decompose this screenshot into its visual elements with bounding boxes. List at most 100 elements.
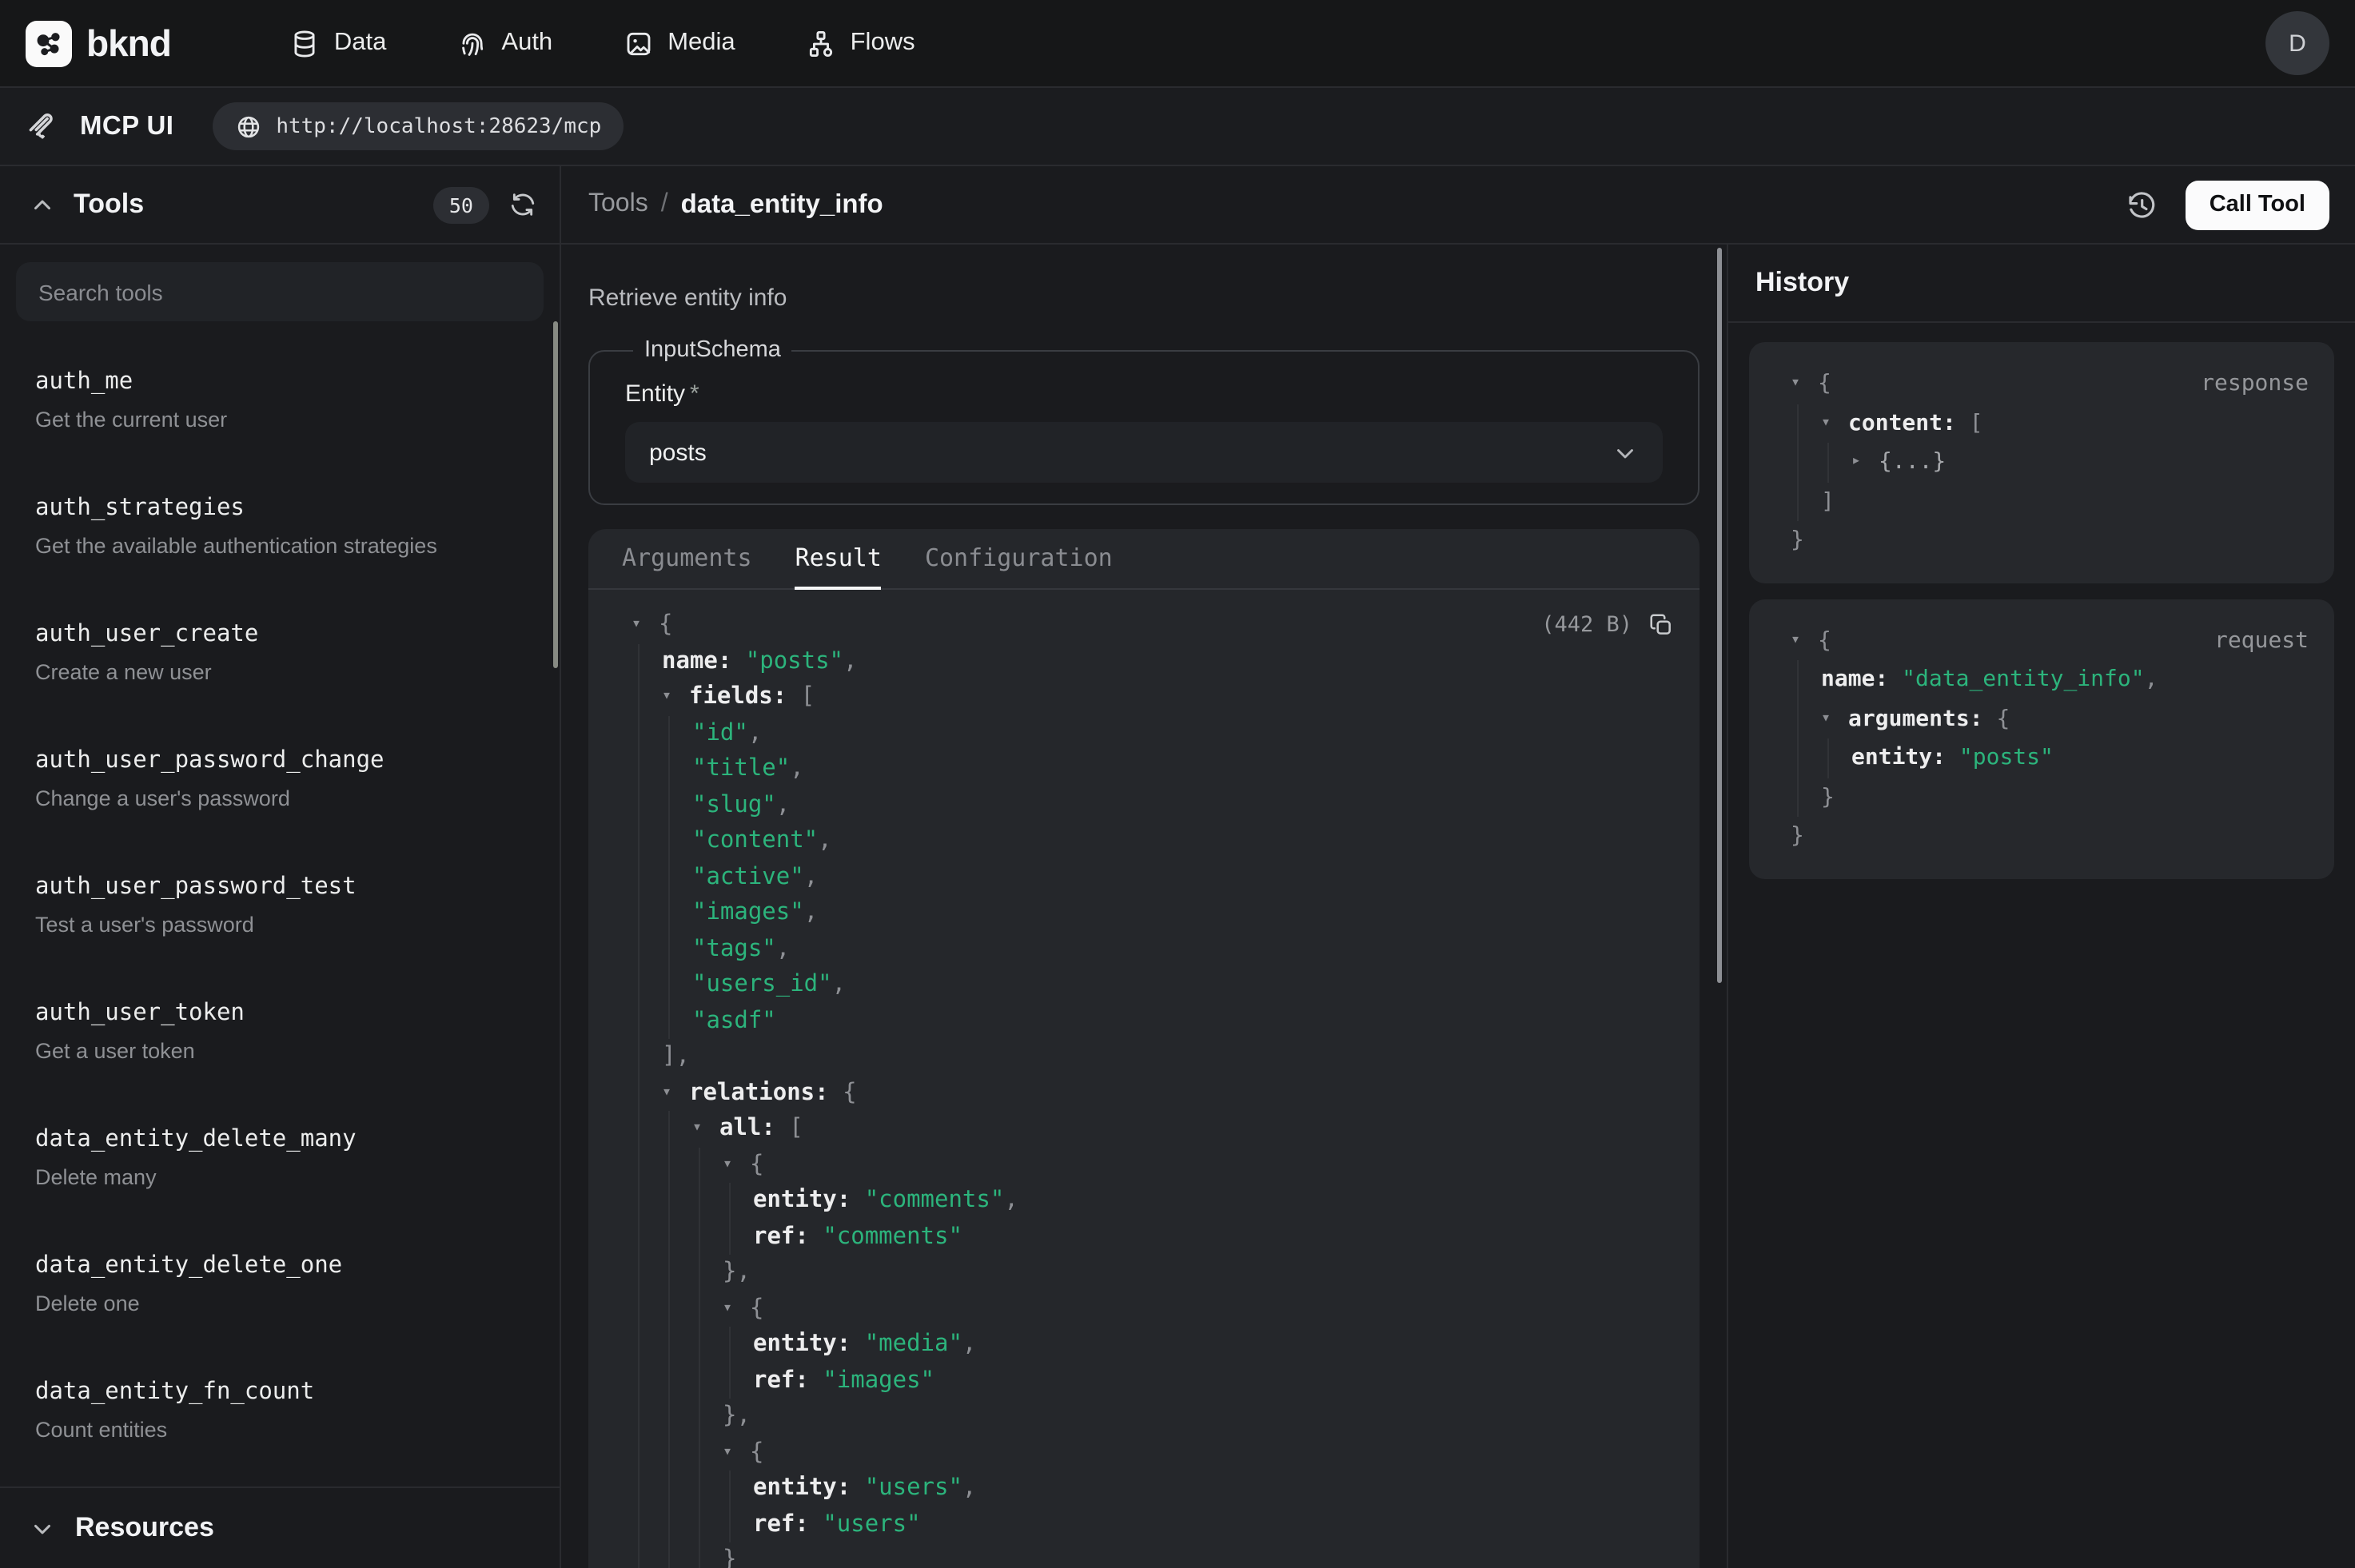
tab-configuration[interactable]: Configuration xyxy=(925,529,1113,590)
indent-guide xyxy=(638,1506,640,1542)
workspace: Tools 50 auth_meGet the current userauth… xyxy=(0,166,2355,1568)
tab-result[interactable]: Result xyxy=(795,529,882,590)
tab-arguments[interactable]: Arguments xyxy=(622,529,752,590)
call-tool-button[interactable]: Call Tool xyxy=(2186,180,2329,229)
tool-list-item-auth_user_password_change[interactable]: auth_user_password_changeChange a user's… xyxy=(13,730,547,826)
json-str: "comments" xyxy=(865,1183,1005,1219)
json-line: }, xyxy=(609,1399,1684,1435)
breadcrumb-tools-link[interactable]: Tools xyxy=(588,190,648,219)
result-card: ArgumentsResultConfiguration ▾{(442 B)na… xyxy=(588,529,1700,1568)
indent-guide xyxy=(668,1506,670,1542)
nav-item-label: Auth xyxy=(501,29,552,58)
json-punc: [ xyxy=(1970,404,1983,443)
search-input[interactable] xyxy=(16,262,544,321)
indent-guide xyxy=(699,1435,700,1470)
collapse-toggle-icon[interactable]: ▾ xyxy=(723,1291,750,1327)
refresh-tools-button[interactable] xyxy=(508,190,537,219)
json-str: "data_entity_info" xyxy=(1902,660,2144,699)
json-line: ▾all: [ xyxy=(609,1111,1684,1147)
indent-guide xyxy=(668,1470,670,1506)
json-punc: } xyxy=(1791,817,1804,856)
resources-section-header[interactable]: Resources xyxy=(0,1486,560,1568)
mcp-logo-icon xyxy=(26,109,61,144)
flows-icon xyxy=(806,28,836,58)
tool-list-item-data_entity_delete_many[interactable]: data_entity_delete_manyDelete many xyxy=(13,1109,547,1205)
indent-guide xyxy=(668,1291,670,1327)
nav-item-label: Flows xyxy=(851,29,915,58)
sidebar-scrollbar[interactable] xyxy=(553,321,558,668)
indent-guide xyxy=(1797,404,1799,443)
entity-select[interactable]: posts xyxy=(625,422,1663,483)
expand-toggle-icon[interactable]: ▸ xyxy=(1851,443,1879,482)
indent-guide xyxy=(638,787,640,823)
tool-description: Get the current user xyxy=(35,404,524,435)
history-title: History xyxy=(1728,245,2355,323)
json-str: "comments" xyxy=(823,1219,962,1255)
tool-list-item-auth_me[interactable]: auth_meGet the current user xyxy=(13,352,547,448)
json-punc: , xyxy=(962,1470,976,1506)
collapse-toggle-icon[interactable]: ▾ xyxy=(632,607,659,643)
collapse-toggle-icon[interactable]: ▾ xyxy=(723,1147,750,1183)
nav-item-auth[interactable]: Auth xyxy=(456,28,552,58)
tool-list-item-auth_user_password_test[interactable]: auth_user_password_testTest a user's pas… xyxy=(13,857,547,953)
collapse-toggle-icon[interactable]: ▾ xyxy=(662,1075,689,1111)
json-line: ref: "users" xyxy=(609,1506,1684,1542)
history-entry-request[interactable]: ▾{requestname: "data_entity_info",▾argum… xyxy=(1749,599,2334,878)
chevron-down-icon xyxy=(1612,439,1639,466)
collapse-toggle-icon[interactable]: ▾ xyxy=(1821,404,1848,443)
mcp-url-pill[interactable]: http://localhost:28623/mcp xyxy=(212,102,624,150)
indent-guide xyxy=(638,1291,640,1327)
tool-list-item-auth_user_token[interactable]: auth_user_tokenGet a user token xyxy=(13,983,547,1079)
indent-guide xyxy=(638,823,640,859)
collapse-toggle-icon[interactable]: ▾ xyxy=(662,679,689,715)
json-punc: , xyxy=(832,967,846,1003)
json-key: entity: xyxy=(753,1470,865,1506)
history-entry-response[interactable]: ▾{response▾content: [▸{...}]} xyxy=(1749,342,2334,583)
history-entry-type-label: response xyxy=(2201,364,2309,404)
indent-guide xyxy=(699,1506,700,1542)
indent-guide xyxy=(1797,738,1799,778)
indent-guide xyxy=(638,1542,640,1568)
json-punc: , xyxy=(804,859,818,895)
indent-guide xyxy=(668,1435,670,1470)
tool-list-item-data_entity_fn_count[interactable]: data_entity_fn_countCount entities xyxy=(13,1362,547,1458)
tools-sidebar: Tools 50 auth_meGet the current userauth… xyxy=(0,166,561,1568)
indent-guide xyxy=(668,895,670,931)
json-key: name: xyxy=(662,643,746,679)
tool-name: auth_user_token xyxy=(35,996,524,1033)
tool-list-item-auth_strategies[interactable]: auth_strategiesGet the available authent… xyxy=(13,478,547,574)
user-avatar[interactable]: D xyxy=(2265,11,2329,75)
nav-item-flows[interactable]: Flows xyxy=(806,28,915,58)
collapse-toggle-icon[interactable]: ▾ xyxy=(1791,364,1818,404)
collapse-toggle-icon[interactable]: ▾ xyxy=(723,1435,750,1470)
json-key: name: xyxy=(1821,660,1902,699)
top-nav: bknd Data Auth Media Flows D xyxy=(0,0,2355,88)
indent-guide xyxy=(638,1470,640,1506)
tool-name: auth_strategies xyxy=(35,491,524,527)
json-punc: [ xyxy=(801,679,815,715)
chevron-up-icon[interactable] xyxy=(29,191,56,218)
json-str: "slug" xyxy=(692,787,776,823)
main-scrollbar[interactable] xyxy=(1717,248,1722,983)
tool-list-item-data_entity_delete_one[interactable]: data_entity_delete_oneDelete one xyxy=(13,1236,547,1331)
json-line: ▸{...} xyxy=(1775,443,2309,482)
collapse-toggle-icon[interactable]: ▾ xyxy=(692,1111,719,1147)
indent-guide xyxy=(638,1327,640,1363)
result-json-view: ▾{(442 B)name: "posts",▾fields: ["id","t… xyxy=(588,590,1700,1568)
indent-guide xyxy=(1827,738,1829,778)
indent-guide xyxy=(638,1039,640,1075)
fingerprint-icon xyxy=(456,28,487,58)
nav-item-media[interactable]: Media xyxy=(623,28,735,58)
collapse-toggle-icon[interactable]: ▾ xyxy=(1821,699,1848,738)
json-punc: , xyxy=(776,931,790,967)
nav-item-data[interactable]: Data xyxy=(289,28,387,58)
indent-guide xyxy=(668,715,670,751)
app-logo[interactable]: bknd xyxy=(26,20,171,66)
json-key: ref: xyxy=(753,1363,823,1399)
json-line: ▾{request xyxy=(1775,621,2309,660)
json-plain[interactable]: {...} xyxy=(1879,443,1946,482)
copy-icon[interactable] xyxy=(1648,613,1674,639)
history-icon-button[interactable] xyxy=(2125,188,2158,221)
collapse-toggle-icon[interactable]: ▾ xyxy=(1791,621,1818,660)
tool-list-item-auth_user_create[interactable]: auth_user_createCreate a new user xyxy=(13,604,547,700)
